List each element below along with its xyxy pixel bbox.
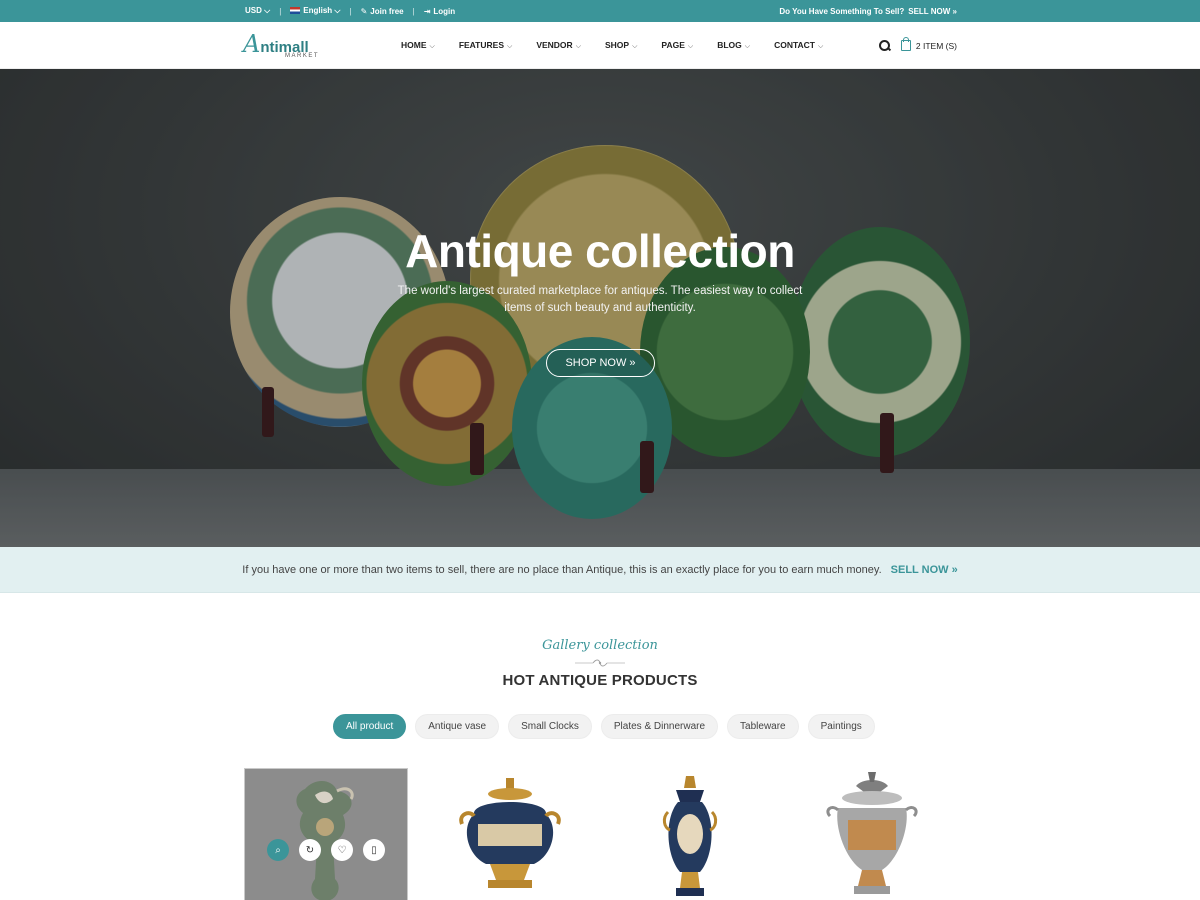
shopping-bag-icon bbox=[900, 37, 911, 51]
login-link[interactable]: ⇥ Login bbox=[424, 7, 455, 16]
cart-button[interactable]: 2 ITEM (S) bbox=[900, 37, 957, 51]
product-card[interactable] bbox=[428, 768, 592, 900]
nav-page[interactable]: PAGE ⌵ bbox=[661, 40, 693, 51]
hero-title: Antique collection bbox=[405, 225, 795, 277]
sell-prompt: Do You Have Something To Sell? bbox=[779, 6, 905, 16]
wishlist-heart-icon[interactable]: ♡ bbox=[331, 839, 353, 861]
language-select[interactable]: English ⌵ bbox=[290, 6, 340, 16]
filter-antique-vase[interactable]: Antique vase bbox=[415, 714, 500, 739]
gilt-urn-image bbox=[459, 778, 561, 888]
compare-refresh-icon[interactable]: ↻ bbox=[299, 839, 321, 861]
quick-view-search-icon[interactable]: ⌕ bbox=[267, 839, 289, 861]
nav-contact[interactable]: CONTACT ⌵ bbox=[774, 40, 823, 51]
divider: | bbox=[279, 6, 282, 16]
filter-all-product[interactable]: All product bbox=[333, 714, 407, 739]
nav-features[interactable]: FEATURES ⌵ bbox=[459, 40, 513, 51]
chevron-down-icon: ⌵ bbox=[264, 6, 271, 15]
ornament-divider-icon bbox=[575, 659, 625, 667]
details-file-icon[interactable]: ▯ bbox=[363, 839, 385, 861]
silver-urn-image bbox=[826, 772, 918, 894]
filter-plates-dinnerware[interactable]: Plates & Dinnerware bbox=[600, 714, 719, 739]
sell-strip-link[interactable]: SELL NOW » bbox=[891, 564, 958, 576]
filter-small-clocks[interactable]: Small Clocks bbox=[508, 714, 592, 739]
hero-banner: Antique collection The world's largest c… bbox=[0, 69, 1200, 547]
chevron-down-icon: ⌵ bbox=[429, 43, 435, 50]
chevron-down-icon: ⌵ bbox=[817, 43, 824, 50]
filter-tableware[interactable]: Tableware bbox=[727, 714, 799, 739]
category-filters: All product Antique vase Small Clocks Pl… bbox=[333, 714, 875, 739]
chevron-down-icon: ⌵ bbox=[507, 43, 513, 50]
section-title: HOT ANTIQUE PRODUCTS bbox=[502, 672, 698, 689]
top-bar-left: USD ⌵ | English ⌵ | ✎ Join free | ⇥ Login bbox=[245, 0, 455, 22]
double-chevron-right-icon: » bbox=[951, 563, 958, 576]
ewer-vase-image bbox=[296, 781, 354, 900]
join-link[interactable]: ✎ Join free bbox=[361, 7, 404, 16]
product-card[interactable] bbox=[608, 768, 772, 900]
top-bar-right: Do You Have Something To Sell? SELL NOW … bbox=[779, 0, 957, 22]
sell-now-link[interactable]: SELL NOW » bbox=[908, 7, 957, 16]
chevron-down-icon: ⌵ bbox=[744, 43, 751, 50]
chevron-down-icon: ⌵ bbox=[334, 6, 341, 15]
site-header: Antimall MARKET HOME ⌵ FEATURES ⌵ VENDOR ⌵ … bbox=[0, 22, 1200, 69]
sign-in-icon: ⇥ bbox=[423, 6, 431, 16]
tall-urn-image bbox=[662, 776, 718, 896]
double-chevron-right-icon: » bbox=[629, 357, 636, 369]
divider: | bbox=[349, 6, 352, 16]
product-actions: ⌕ ↻ ♡ ▯ bbox=[267, 839, 385, 861]
header-actions: 2 ITEM (S) bbox=[878, 22, 957, 69]
logo[interactable]: Antimall MARKET bbox=[243, 30, 333, 62]
filter-paintings[interactable]: Paintings bbox=[807, 714, 875, 739]
double-chevron-right-icon: » bbox=[952, 6, 957, 16]
hero-subtitle: The world's largest curated marketplace … bbox=[397, 285, 803, 314]
search-icon[interactable] bbox=[878, 39, 891, 52]
main-nav: HOME ⌵ FEATURES ⌵ VENDOR ⌵ SHOP ⌵ PAGE ⌵ BLOG… bbox=[401, 22, 847, 69]
nav-blog[interactable]: BLOG ⌵ bbox=[717, 40, 750, 51]
shop-now-button[interactable]: SHOP NOW » bbox=[546, 349, 655, 377]
logo-subtitle: MARKET bbox=[285, 53, 320, 59]
section-kicker: Gallery collection bbox=[542, 638, 658, 653]
product-card[interactable] bbox=[790, 768, 954, 900]
nav-vendor[interactable]: VENDOR ⌵ bbox=[536, 40, 581, 51]
pencil-icon: ✎ bbox=[360, 6, 368, 16]
currency-select[interactable]: USD ⌵ bbox=[245, 6, 270, 16]
chevron-down-icon: ⌵ bbox=[687, 43, 694, 50]
us-flag-icon bbox=[290, 7, 301, 14]
sell-strip-text: If you have one or more than two items t… bbox=[242, 563, 882, 576]
nav-shop[interactable]: SHOP ⌵ bbox=[605, 40, 637, 51]
chevron-down-icon: ⌵ bbox=[632, 43, 638, 50]
product-card[interactable]: ⌕ ↻ ♡ ▯ bbox=[244, 768, 408, 900]
nav-home[interactable]: HOME ⌵ bbox=[401, 40, 435, 51]
divider: | bbox=[412, 6, 415, 16]
sell-strip: If you have one or more than two items t… bbox=[0, 547, 1200, 593]
chevron-down-icon: ⌵ bbox=[575, 43, 581, 50]
top-bar: USD ⌵ | English ⌵ | ✎ Join free | ⇥ Login … bbox=[0, 0, 1200, 22]
